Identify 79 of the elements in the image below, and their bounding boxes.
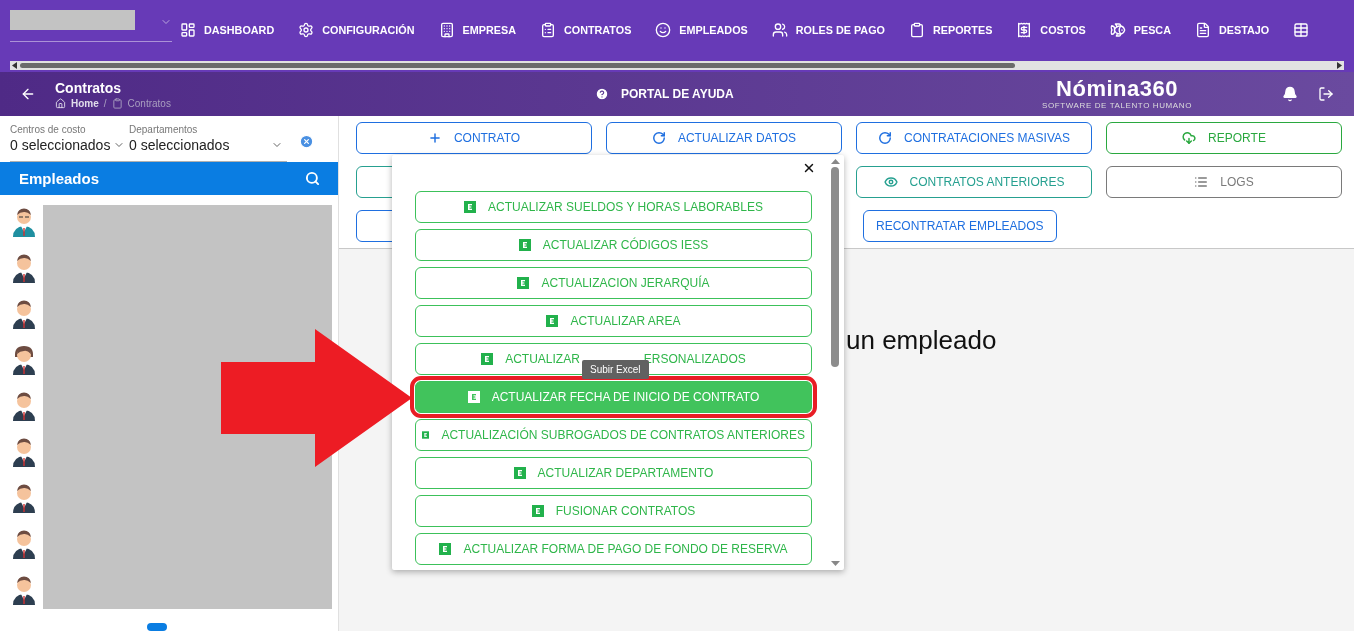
pagination-button[interactable]	[147, 622, 167, 631]
empty-state-message: un empleado	[846, 325, 997, 355]
home-icon	[55, 97, 66, 109]
fish-icon	[1109, 22, 1126, 38]
nav-link[interactable]: EMPLEADOS	[655, 22, 748, 38]
settings-icon	[298, 22, 315, 38]
nav-link[interactable]: CONTRATOS	[539, 22, 632, 38]
refresh-icon	[651, 131, 666, 145]
breadcrumb-link[interactable]: Home	[71, 97, 99, 109]
search-icon[interactable]	[305, 170, 320, 186]
eye-icon	[883, 175, 898, 189]
clipboard-icon	[908, 22, 925, 38]
spreadsheet-icon	[518, 239, 531, 251]
scrollbar-thumb[interactable]	[20, 63, 1015, 68]
action-button[interactable]: REPORTE	[1106, 122, 1342, 154]
list-icon	[1194, 175, 1209, 189]
spreadsheet-icon	[467, 391, 480, 403]
cloud-download-icon	[1182, 131, 1197, 145]
help-icon	[595, 87, 609, 101]
smiley-icon	[655, 22, 672, 38]
logo-tagline: SOFTWARE DE TALENTO HUMANO	[1042, 101, 1192, 110]
breadcrumb-current: Contratos	[127, 97, 171, 109]
dashboard-icon	[180, 22, 196, 38]
people-icon	[771, 22, 788, 38]
scroll-right-icon[interactable]	[1337, 62, 1342, 69]
building-icon	[438, 22, 455, 38]
spreadsheet-icon	[464, 201, 476, 213]
nav-link[interactable]: EMPRESA	[438, 22, 516, 38]
menu-option[interactable]: ACTUALIZAR DEPARTAMENTO	[415, 457, 812, 489]
logo-name: Nómina360	[1056, 78, 1178, 100]
tooltip: Subir Excel	[582, 360, 649, 379]
nav-link[interactable]: COSTOS	[1016, 22, 1086, 38]
spreadsheet-icon	[531, 505, 544, 517]
nav-link[interactable]: DASHBOARD	[180, 22, 275, 38]
scrollbar-thumb[interactable]	[831, 167, 839, 367]
back-button[interactable]	[20, 86, 36, 102]
plus-icon	[427, 131, 442, 145]
spreadsheet-icon	[439, 543, 452, 555]
close-button[interactable]	[802, 161, 816, 175]
menu-option[interactable]: ACTUALIZAR AREA	[415, 305, 812, 337]
spreadsheet-icon	[513, 467, 526, 479]
scroll-down-icon[interactable]	[830, 561, 840, 566]
action-button[interactable]: CONTRATO	[356, 122, 592, 154]
action-button[interactable]: RECONTRATAR EMPLEADOS	[863, 210, 1057, 242]
nav-link[interactable]: DESTAJO	[1194, 22, 1270, 38]
logout-button[interactable]	[1318, 86, 1334, 102]
document-icon	[1194, 22, 1211, 38]
spreadsheet-icon	[481, 353, 494, 365]
spreadsheet-icon	[422, 429, 430, 441]
table-icon[interactable]	[1293, 22, 1310, 38]
spreadsheet-icon	[517, 277, 530, 289]
clipboard-icon	[111, 97, 123, 109]
menu-option[interactable]: ACTUALIZAR SUELDOS Y HORAS LABORABLES	[415, 191, 812, 223]
nav-link[interactable]: ROLES DE PAGO	[771, 22, 885, 38]
page-title: Contratos	[55, 79, 123, 96]
breadcrumb-separator: /	[103, 97, 107, 109]
scroll-up-icon[interactable]	[830, 159, 840, 164]
menu-option[interactable]: ACTUALIZACION JERARQUÍA	[415, 267, 812, 299]
clipboard-icon	[539, 22, 556, 38]
nav-link[interactable]: PESCA	[1109, 22, 1171, 38]
help-portal-link[interactable]: PORTAL DE AYUDA	[595, 87, 734, 101]
menu-option[interactable]: FUSIONAR CONTRATOS	[415, 495, 812, 527]
menu-option[interactable]: ACTUALIZAR CÓDIGOS IESS	[415, 229, 812, 261]
menu-option[interactable]: ACTUALIZACIÓN SUBROGADOS DE CONTRATOS ANTERIORES	[415, 419, 812, 451]
action-button[interactable]: CONTRATOS ANTERIORES	[856, 166, 1092, 198]
receipt-icon	[1016, 22, 1033, 38]
action-button[interactable]: LOGS	[1106, 166, 1342, 198]
refresh-icon	[878, 131, 892, 145]
scroll-left-icon[interactable]	[12, 62, 17, 69]
company-select[interactable]	[10, 10, 172, 42]
clear-filters-button[interactable]	[299, 134, 314, 149]
notifications-button[interactable]	[1282, 86, 1298, 102]
nav-link[interactable]: CONFIGURACIÓN	[298, 22, 415, 38]
menu-option[interactable]: ACTUALIZAR FORMA DE PAGO DE FONDO DE RESERVA	[415, 533, 812, 565]
panel-title: Empleados	[19, 169, 100, 187]
nav-link[interactable]: REPORTES	[908, 22, 993, 38]
action-button[interactable]: ACTUALIZAR DATOS	[606, 122, 842, 154]
action-button[interactable]: CONTRATACIONES MASIVAS	[856, 122, 1092, 154]
spreadsheet-icon	[546, 315, 559, 327]
